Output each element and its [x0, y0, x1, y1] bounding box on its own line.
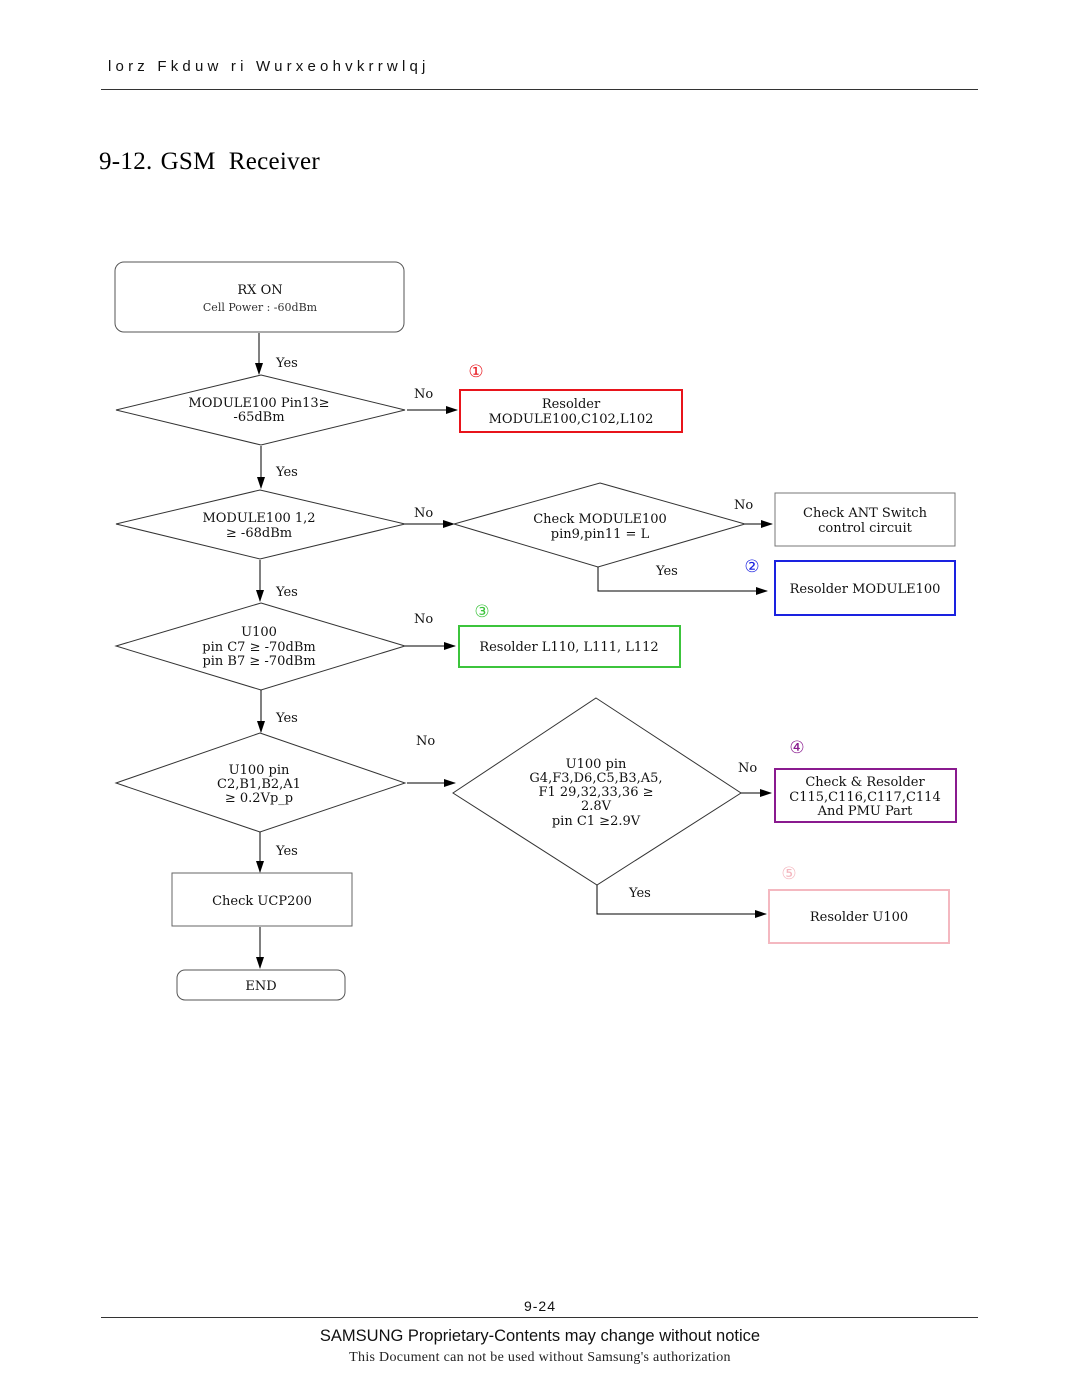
label-no-4: No [416, 734, 435, 749]
label-no-1: No [414, 387, 433, 402]
arrow-d2b-yes [597, 567, 768, 595]
decision2b-line-2: pin9,pin11 = L [551, 527, 650, 542]
decision1-line-1: MODULE100 Pin13≥ [188, 396, 329, 411]
decision-u100-c7-b7: U100 pin C7 ≥ -70dBm pin B7 ≥ -70dBm [114, 602, 407, 691]
action5-line-1: Resolder U100 [810, 910, 908, 925]
action-check-resolder-pmu: ④ Check & Resolder C115,C116,C117,C114 A… [774, 738, 957, 823]
action-resolder-module100-c102-l102: ① Resolder MODULE100,C102,L102 [459, 362, 683, 433]
decision2-line-2: ≥ -68dBm [226, 526, 292, 541]
action4-line-3: And PMU Part [817, 804, 913, 819]
end-label: END [245, 979, 276, 994]
decision2b-line-1: Check MODULE100 [533, 512, 667, 527]
decision3-line-2: pin C7 ≥ -70dBm [202, 640, 316, 655]
decision-module100-1-2: MODULE100 1,2 ≥ -68dBm [115, 489, 406, 560]
action4-line-2: C115,C116,C117,C114 [789, 790, 940, 805]
decision4b-line-4: 2.8V [581, 799, 612, 814]
decision-u100-c2-b1-b2-a1: U100 pin C2,B1,B2,A1 ≥ 0.2Vp_p [114, 732, 407, 833]
label-yes-4b: Yes [628, 886, 651, 901]
end-node: END [176, 969, 346, 1001]
marker-2: ② [744, 557, 759, 577]
label-yes-4: Yes [275, 711, 298, 726]
decision-check-module100-pin9-pin11: Check MODULE100 pin9,pin11 = L [452, 482, 747, 568]
ucp-line-1: Check UCP200 [212, 894, 312, 909]
action3-line-1: Resolder L110, L111, L112 [479, 640, 658, 655]
label-yes-5: Yes [275, 844, 298, 859]
action-check-ucp200: Check UCP200 [171, 872, 353, 927]
action-resolder-u100: ⑤ Resolder U100 [768, 864, 950, 944]
decision4b-line-2: G4,F3,D6,C5,B3,A5, [529, 771, 662, 786]
decision4-line-1: U100 pin [229, 763, 290, 778]
decision1-line-2: -65dBm [233, 410, 284, 425]
decision4-line-3: ≥ 0.2Vp_p [225, 791, 293, 806]
label-yes-3: Yes [275, 585, 298, 600]
start-subtitle: Cell Power : -60dBm [203, 301, 318, 314]
footer-notice: SAMSUNG Proprietary-Contents may change … [319, 1327, 761, 1345]
action4-line-1: Check & Resolder [805, 775, 925, 790]
flowchart: RX ON Cell Power : -60dBm Yes MODULE100 … [114, 261, 957, 1001]
action1-line-2: MODULE100,C102,L102 [489, 412, 654, 427]
footer-authorization: This Document can not be used without Sa… [349, 1350, 731, 1365]
start-title: RX ON [237, 283, 282, 298]
action2-line-1: Resolder MODULE100 [790, 582, 941, 597]
marker-3: ③ [474, 602, 489, 622]
marker-4: ④ [789, 738, 804, 758]
decision4b-line-5: pin C1 ≥2.9V [552, 814, 641, 829]
action-resolder-module100: ② Resolder MODULE100 [744, 557, 956, 616]
decision-u100-g4-f3-supply: U100 pin G4,F3,D6,C5,B3,A5, F1 29,32,33,… [452, 697, 742, 886]
decision2-line-1: MODULE100 1,2 [202, 511, 315, 526]
label-no-2b: No [734, 498, 753, 513]
label-yes-2b: Yes [655, 564, 678, 579]
decision4b-line-3: F1 29,32,33,36 ≥ [538, 785, 653, 800]
start-node: RX ON Cell Power : -60dBm [114, 261, 405, 333]
label-no-3: No [414, 612, 433, 627]
label-no-4b: No [738, 761, 757, 776]
footer-divider [101, 1317, 978, 1318]
decision3-line-1: U100 [241, 625, 277, 640]
label-no-2: No [414, 506, 433, 521]
label-yes-2: Yes [275, 465, 298, 480]
page-number: 9-24 [523, 1298, 557, 1314]
ant-line-2: control circuit [818, 521, 912, 536]
label-yes-1: Yes [275, 356, 298, 371]
action1-line-1: Resolder [542, 397, 601, 412]
action-check-ant-switch: Check ANT Switch control circuit [774, 492, 956, 547]
decision3-line-3: pin B7 ≥ -70dBm [202, 654, 315, 669]
marker-1: ① [468, 362, 483, 382]
decision-module100-pin13: MODULE100 Pin13≥ -65dBm [115, 374, 406, 446]
decision4b-line-1: U100 pin [566, 757, 627, 772]
ant-line-1: Check ANT Switch [803, 506, 928, 521]
arrow-d4b-yes [596, 885, 767, 918]
marker-5: ⑤ [781, 864, 796, 884]
decision4-line-2: C2,B1,B2,A1 [217, 777, 301, 792]
action-resolder-l110-l111-l112: ③ Resolder L110, L111, L112 [458, 602, 681, 668]
